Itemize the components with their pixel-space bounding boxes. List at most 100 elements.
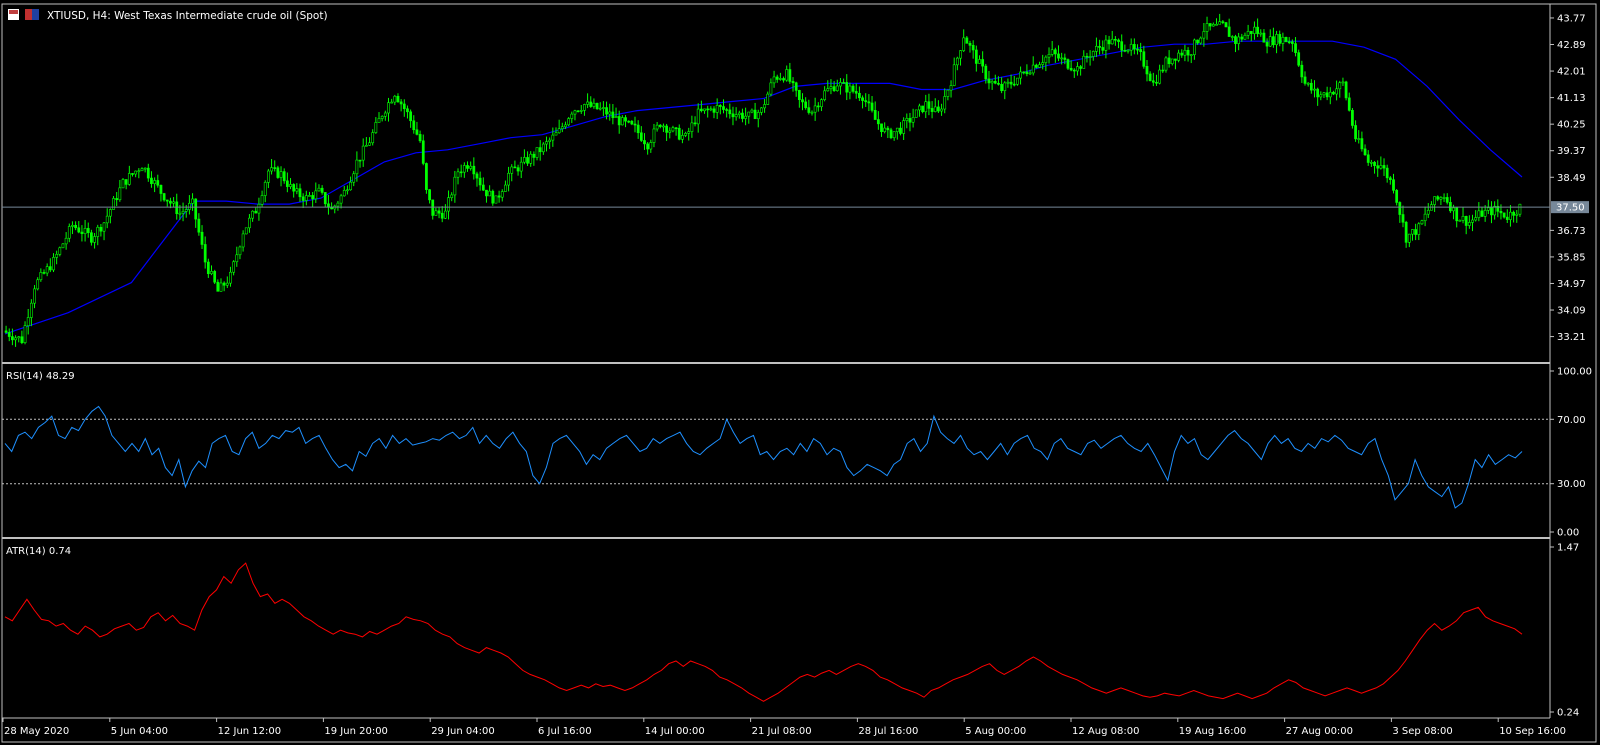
candle [1423,206,1427,227]
candle [396,93,400,103]
candle [570,111,574,124]
price-tick-label: 34.09 [1557,306,1586,317]
candle [1398,201,1402,223]
candle-body [1452,207,1455,212]
candle-body [538,147,542,153]
candle-body [1012,83,1016,86]
candle-body [918,105,921,111]
candle-body [260,195,264,205]
candle [883,122,887,134]
candle-body [466,165,469,169]
candle-body [415,129,419,135]
candle [1120,34,1124,57]
candle-body [1512,211,1515,216]
candle-body [586,101,589,105]
candle [323,192,327,207]
candle [1164,56,1168,73]
candle [1151,72,1155,87]
candle-body [908,118,912,123]
candle-body [1319,94,1323,98]
chart-frame [1,3,1597,743]
candle-body [1167,57,1171,65]
candle [1047,47,1051,64]
candle [1136,44,1139,55]
candle-body [317,187,321,192]
candle-body [1294,43,1297,53]
candle-body [33,288,36,304]
candle-body [785,69,789,81]
candle [137,168,141,179]
candle-body [583,104,586,111]
candle-body [633,123,637,126]
candle [380,115,384,122]
candle [194,198,198,228]
candle [662,123,665,132]
candle [873,101,877,120]
candle-body [143,167,147,170]
candle-body [1395,190,1399,203]
candle [510,164,514,182]
candle [1332,90,1335,96]
candle-body [1467,222,1471,226]
candle [434,207,438,216]
candle-body [1199,37,1203,44]
candle-body [1363,148,1367,156]
candle [829,79,833,95]
candle-body [848,85,852,93]
candle [772,70,776,88]
candle-body [115,198,119,201]
candle [327,194,330,215]
candle [744,107,747,126]
candle [1249,31,1253,42]
candle [671,125,675,133]
candle-body [513,166,517,169]
candle-body [886,127,890,131]
candle-body [519,161,523,172]
candle [959,50,962,66]
candle [914,109,918,118]
candle-body [627,120,631,123]
candle-body [409,111,412,122]
candle-body [396,95,400,103]
time-tick-label: 27 Aug 00:00 [1286,726,1353,737]
candle [1363,144,1367,156]
candle [990,79,994,90]
candle-body [184,209,188,212]
candle-body [959,50,962,59]
candle-body [1458,219,1462,222]
candle-body [1022,71,1026,74]
candle-body [668,130,672,133]
candle-body [210,271,213,275]
candle-body [1208,23,1212,27]
candle [930,101,934,119]
candle [99,224,103,237]
candle-body [181,211,185,214]
candle-body [197,218,201,233]
candle-body [225,282,229,286]
candle [1205,16,1209,40]
candle-body [1347,97,1351,111]
candle [61,243,65,249]
candle [450,192,454,202]
time-tick-label: 29 Jun 04:00 [431,726,495,737]
candle-body [1445,197,1449,203]
candle-body [1281,36,1285,44]
candle [235,246,239,267]
candle-body [169,200,172,204]
candle-body [1278,34,1282,44]
candle [1265,38,1269,54]
atr-title: ATR(14) 0.74 [6,546,71,557]
candle [1376,160,1380,177]
candle [1095,37,1098,58]
candle [715,98,719,120]
candle [703,108,706,114]
candle-body [7,332,11,337]
candle-body [1256,26,1259,34]
candle [870,96,874,113]
candle [20,330,24,345]
candle-body [481,184,485,191]
candle [1221,20,1225,25]
candle-body [769,82,773,95]
candle-body [1193,39,1196,55]
candle-body [718,105,722,107]
